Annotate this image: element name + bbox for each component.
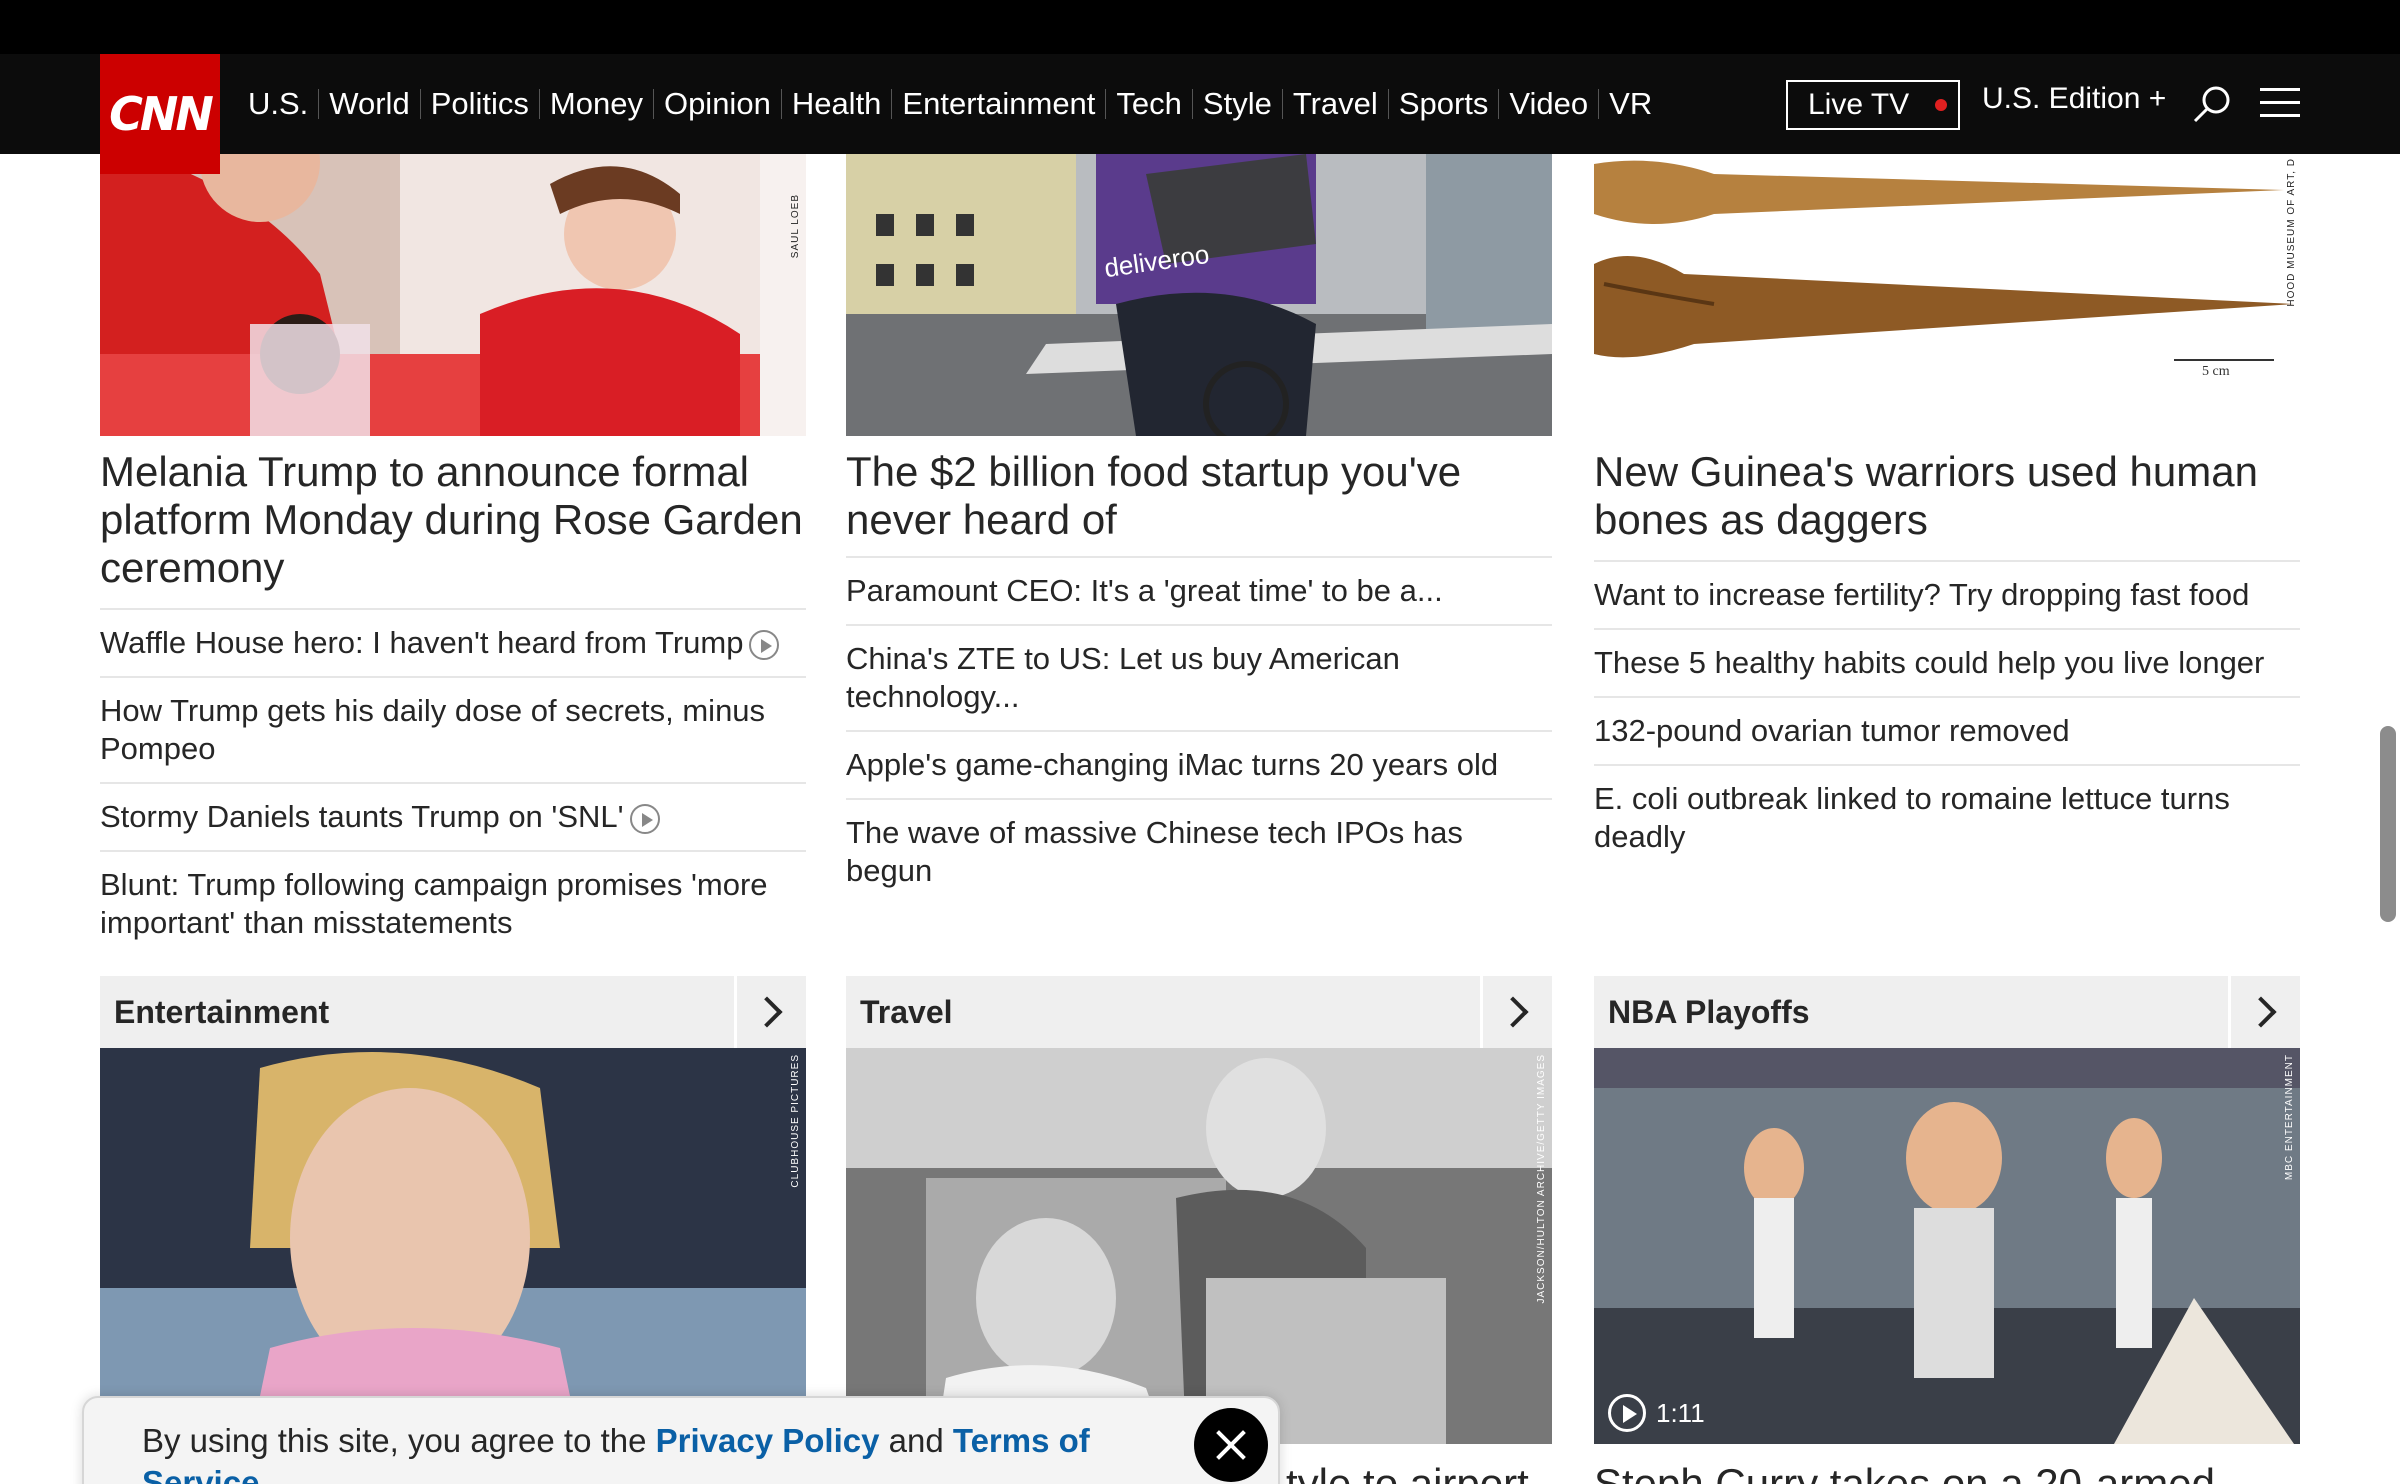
edition-selector[interactable]: U.S. Edition +	[1982, 82, 2166, 116]
nav-link-vr[interactable]: VR	[1599, 88, 1662, 119]
logo-text: CNN	[109, 87, 214, 141]
privacy-policy-link[interactable]: Privacy Policy	[656, 1422, 880, 1459]
hero-image-daggers[interactable]: 5 cm HOOD MUSEUM OF ART, D	[1594, 154, 2300, 436]
headline[interactable]: Melania Trump to announce formal platfor…	[100, 448, 806, 592]
image-credit: JACKSON/HULTON ARCHIVE/GETTY IMAGES	[1536, 1054, 1547, 1304]
nav-link-style[interactable]: Style	[1193, 88, 1283, 119]
nav-link-video[interactable]: Video	[1499, 88, 1600, 119]
section-video-nba[interactable]: MBC ENTERTAINMENT 1:11	[1594, 1048, 2300, 1444]
nav-link-tech[interactable]: Tech	[1106, 88, 1193, 119]
section-title: Travel	[860, 994, 953, 1030]
cnn-logo[interactable]: CNN	[100, 54, 220, 174]
top-strip	[0, 0, 2400, 54]
image-credit: MBC ENTERTAINMENT	[2284, 1054, 2295, 1181]
nav-link-travel[interactable]: Travel	[1283, 88, 1389, 119]
section-image-travel[interactable]: JACKSON/HULTON ARCHIVE/GETTY IMAGES	[846, 1048, 1552, 1444]
list-item[interactable]: The wave of massive Chinese tech IPOs ha…	[846, 798, 1552, 904]
live-tv-button[interactable]: Live TV	[1786, 80, 1960, 130]
cookie-banner: By using this site, you agree to the Pri…	[82, 1396, 1280, 1484]
chevron-right-icon[interactable]	[2228, 976, 2300, 1048]
list-item[interactable]: Want to increase fertility? Try dropping…	[1594, 560, 2300, 628]
nav-link-world[interactable]: World	[319, 88, 421, 119]
nav-link-politics[interactable]: Politics	[421, 88, 540, 119]
section-header-nba-playoffs[interactable]: NBA Playoffs	[1594, 976, 2300, 1048]
section-image-entertainment[interactable]: CLUBHOUSE PICTURES	[100, 1048, 806, 1444]
nav-link-opinion[interactable]: Opinion	[654, 88, 782, 119]
section-header-travel[interactable]: Travel	[846, 976, 1552, 1048]
image-credit: SAUL LOEB	[790, 194, 801, 259]
nav-link-entertainment[interactable]: Entertainment	[892, 88, 1107, 119]
list-item[interactable]: Waffle House hero: I haven't heard from …	[100, 608, 806, 676]
related-links: Want to increase fertility? Try dropping…	[1594, 560, 2300, 870]
cookie-text: By using this site, you agree to the Pri…	[142, 1420, 1122, 1484]
nav-link-money[interactable]: Money	[540, 88, 654, 119]
nav-links: U.S. World Politics Money Opinion Health…	[238, 54, 1662, 154]
list-item[interactable]: 132-pound ovarian tumor removed	[1594, 696, 2300, 764]
list-item[interactable]: Stormy Daniels taunts Trump on 'SNL'	[100, 782, 806, 850]
play-icon	[749, 629, 780, 660]
nav-link-us[interactable]: U.S.	[238, 88, 320, 119]
travel-headline[interactable]: tyle to airport	[1286, 1460, 1529, 1484]
list-item[interactable]: These 5 healthy habits could help you li…	[1594, 628, 2300, 696]
close-button[interactable]	[1194, 1408, 1268, 1482]
hamburger-menu-icon[interactable]	[2260, 88, 2300, 118]
play-icon	[629, 803, 660, 834]
scrollbar-thumb[interactable]	[2380, 726, 2396, 922]
list-item[interactable]: E. coli outbreak linked to romaine lettu…	[1594, 764, 2300, 870]
live-dot-icon	[1935, 99, 1948, 111]
list-item[interactable]: China's ZTE to US: Let us buy American t…	[846, 624, 1552, 730]
list-item[interactable]: Paramount CEO: It's a 'great time' to be…	[846, 556, 1552, 624]
section-title: NBA Playoffs	[1608, 994, 1810, 1030]
nav-link-sports[interactable]: Sports	[1389, 88, 1500, 119]
chevron-right-icon[interactable]	[734, 976, 806, 1048]
headline[interactable]: New Guinea's warriors used human bones a…	[1594, 448, 2300, 544]
section-title: Entertainment	[114, 994, 330, 1030]
list-item[interactable]: How Trump gets his daily dose of secrets…	[100, 676, 806, 782]
nba-headline[interactable]: Steph Curry takes on a 20-armed	[1594, 1460, 2215, 1484]
related-links: Waffle House hero: I haven't heard from …	[100, 608, 806, 956]
list-item[interactable]: Apple's game-changing iMac turns 20 year…	[846, 730, 1552, 798]
video-duration: 1:11	[1608, 1394, 1705, 1432]
image-credit: HOOD MUSEUM OF ART, D	[2286, 158, 2297, 307]
hero-image-melania[interactable]: SAUL LOEB	[100, 154, 806, 436]
play-icon	[1608, 1394, 1646, 1432]
live-tv-label: Live TV	[1808, 88, 1910, 121]
chevron-right-icon[interactable]	[1480, 976, 1552, 1048]
search-icon[interactable]	[2192, 84, 2232, 124]
section-header-entertainment[interactable]: Entertainment	[100, 976, 806, 1048]
headline[interactable]: The $2 billion food startup you've never…	[846, 448, 1552, 544]
scale-label: 5 cm	[2202, 364, 2230, 379]
related-links: Paramount CEO: It's a 'great time' to be…	[846, 556, 1552, 904]
hero-image-deliveroo[interactable]: deliveroo	[846, 154, 1552, 436]
image-credit: CLUBHOUSE PICTURES	[790, 1054, 801, 1188]
nav-link-health[interactable]: Health	[782, 88, 893, 119]
list-item[interactable]: Blunt: Trump following campaign promises…	[100, 850, 806, 956]
